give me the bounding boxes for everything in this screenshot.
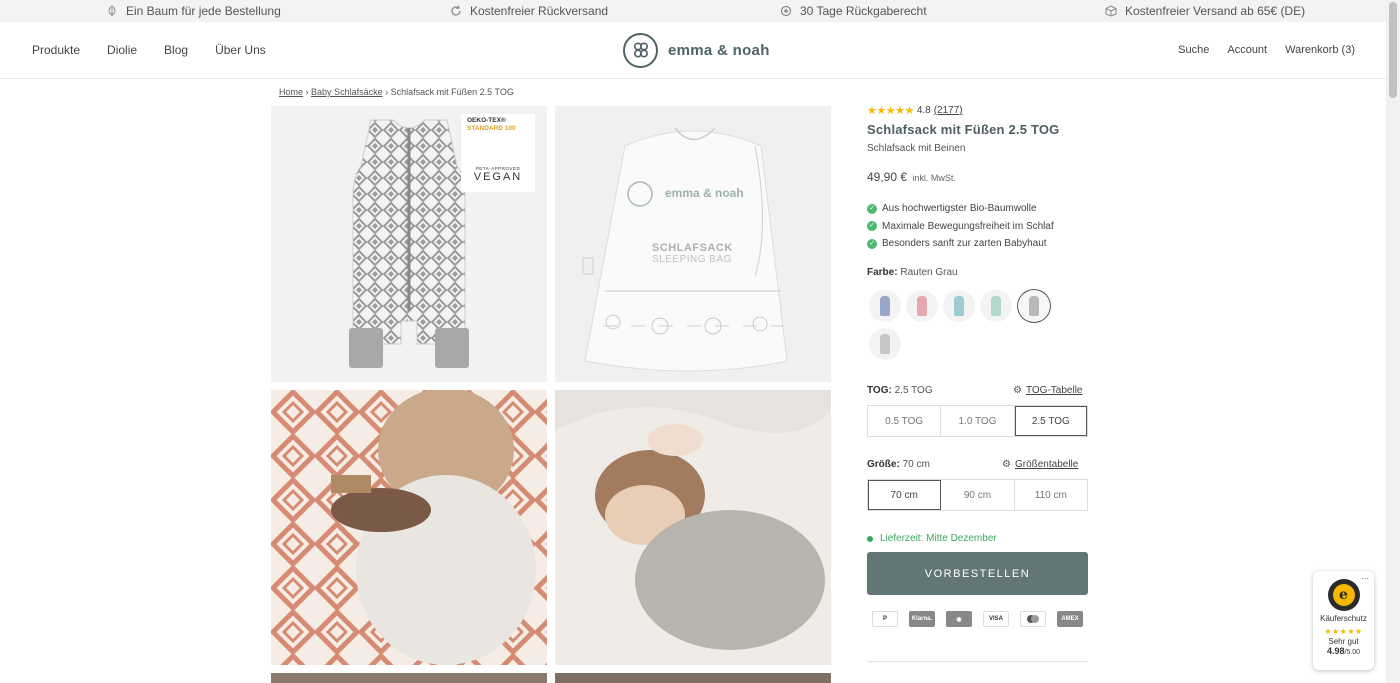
- sleepsuit-icon: [917, 296, 927, 316]
- site-logo[interactable]: emma & noah: [623, 32, 770, 68]
- size-table-link[interactable]: ⚙ Größentabelle: [1002, 459, 1078, 470]
- search-link[interactable]: Suche: [1178, 44, 1209, 56]
- tog-option-2-5[interactable]: 2.5 TOG: [1014, 406, 1087, 436]
- product-title: Schlafsack mit Füßen 2.5 TOG: [867, 122, 1060, 137]
- vat-note: inkl. MwSt.: [912, 173, 956, 183]
- size-option-90[interactable]: 90 cm: [941, 480, 1015, 510]
- color-swatch-rauten-grau[interactable]: [1018, 290, 1050, 322]
- announcement-item-shipping: Kostenfreier Versand ab 65€ (DE): [1105, 0, 1305, 22]
- leaf-icon: [106, 5, 118, 17]
- oeko-tex-badge: OEKO-TEX® STANDARD 100: [461, 114, 535, 156]
- more-icon[interactable]: ...: [1361, 571, 1369, 581]
- amex-icon: AMEX: [1057, 611, 1083, 627]
- tog-selector: 0.5 TOG 1.0 TOG 2.5 TOG: [867, 405, 1088, 437]
- size-option-70[interactable]: 70 cm: [868, 480, 942, 510]
- trusted-shops-widget[interactable]: ... e Käuferschutz ★★★★★ Sehr gut 4.98/5…: [1313, 571, 1374, 670]
- tog-option-0-5[interactable]: 0.5 TOG: [868, 406, 942, 436]
- announcement-item-guarantee: 30 Tage Rückgaberecht: [780, 0, 927, 22]
- announcement-item-tree: Ein Baum für jede Bestellung: [106, 0, 281, 22]
- shield-icon: [780, 5, 792, 17]
- size-label: Größe: 70 cm: [867, 459, 930, 470]
- size-option-110[interactable]: 110 cm: [1014, 480, 1087, 510]
- sleepsuit-icon: [880, 296, 890, 316]
- giropay-icon: ◉: [946, 611, 972, 627]
- ruler-icon: ⚙: [1013, 385, 1022, 396]
- main-nav: Produkte Diolie Blog Über Uns: [32, 22, 293, 78]
- status-dot-icon: [867, 535, 873, 542]
- breadcrumb-home[interactable]: Home: [279, 87, 303, 97]
- logo-icon: [623, 32, 658, 68]
- bag-subtitle: SLEEPING BAG: [652, 254, 732, 265]
- breadcrumb: Home › Baby Schlafsäcke › Schlafsack mit…: [279, 87, 514, 97]
- color-swatch-grau[interactable]: [869, 328, 901, 360]
- bag-brand-text: emma & noah: [665, 186, 744, 200]
- visa-icon: VISA: [983, 611, 1009, 627]
- preorder-button[interactable]: VORBESTELLEN: [867, 552, 1088, 595]
- mastercard-icon: [1020, 611, 1046, 627]
- sleepsuit-icon: [954, 296, 964, 316]
- payment-methods: P Klarna. ◉ VISA AMEX: [872, 611, 1083, 627]
- product-image-6[interactable]: [555, 673, 831, 683]
- tog-label: TOG: 2.5 TOG: [867, 385, 933, 396]
- rating-stars: ★★★★★: [867, 105, 914, 117]
- sleepsuit-icon: [991, 296, 1001, 316]
- nav-produkte[interactable]: Produkte: [32, 43, 80, 57]
- announcement-bar: Ein Baum für jede Bestellung Kostenfreie…: [0, 0, 1386, 22]
- product-image-5[interactable]: [271, 673, 547, 683]
- klarna-icon: Klarna.: [909, 611, 935, 627]
- product-image-main[interactable]: OEKO-TEX® STANDARD 100 PETA-APPROVED VEG…: [271, 106, 547, 382]
- trusted-score: 4.98/5.00: [1326, 646, 1361, 656]
- product-image-baby-sleeping[interactable]: [555, 390, 831, 665]
- baby-sleeping-photo: [555, 390, 831, 665]
- delivery-status: Lieferzeit: Mitte Dezember: [867, 533, 997, 544]
- cart-link[interactable]: Warenkorb (3): [1285, 44, 1355, 56]
- product-rating: ★★★★★ 4.8 (2177): [867, 104, 963, 117]
- announcement-item-return: Kostenfreier Rückversand: [450, 0, 608, 22]
- site-header: Produkte Diolie Blog Über Uns emma & noa…: [0, 22, 1386, 79]
- review-count-link[interactable]: (2177): [934, 105, 963, 116]
- product-price: 49,90 € inkl. MwSt.: [867, 170, 956, 184]
- nav-diolie[interactable]: Diolie: [107, 43, 137, 57]
- nav-ueber-uns[interactable]: Über Uns: [215, 43, 266, 57]
- rating-value: 4.8: [916, 105, 931, 116]
- logo-text: emma & noah: [668, 41, 770, 59]
- color-swatch-mint[interactable]: [980, 290, 1012, 322]
- scrollbar-thumb[interactable]: [1389, 2, 1397, 98]
- vegan-badge: PETA-APPROVED VEGAN: [461, 156, 535, 192]
- color-swatch-rosa[interactable]: [906, 290, 938, 322]
- paypal-icon: P: [872, 611, 898, 627]
- color-swatch-hellblau[interactable]: [943, 290, 975, 322]
- check-icon: ✓: [867, 238, 877, 249]
- size-selector: 70 cm 90 cm 110 cm: [867, 479, 1088, 511]
- color-label: Farbe: Rauten Grau: [867, 267, 958, 278]
- product-image-bag[interactable]: emma & noah SCHLAFSACK SLEEPING BAG: [555, 106, 831, 382]
- benefit-item: ✓ Maximale Bewegungsfreiheit im Schlaf: [867, 218, 1054, 236]
- benefit-item: ✓ Aus hochwertigster Bio-Baumwolle: [867, 200, 1054, 218]
- trusted-seal-icon: e: [1327, 579, 1360, 611]
- divider: [867, 661, 1088, 662]
- check-icon: ✓: [867, 203, 877, 214]
- bag-title: SCHLAFSACK: [652, 242, 733, 254]
- benefit-list: ✓ Aus hochwertigster Bio-Baumwolle ✓ Max…: [867, 200, 1054, 253]
- tog-option-1-0[interactable]: 1.0 TOG: [941, 406, 1015, 436]
- trusted-stars: ★★★★★: [1324, 627, 1363, 636]
- box-icon: [1105, 5, 1117, 17]
- product-subtitle: Schlafsack mit Beinen: [867, 143, 966, 154]
- account-link[interactable]: Account: [1227, 44, 1267, 56]
- page-scrollbar[interactable]: [1386, 0, 1400, 683]
- product-image-baby-sitting[interactable]: [271, 390, 547, 665]
- refresh-icon: [450, 5, 462, 17]
- sleepsuit-icon: [880, 334, 890, 354]
- benefit-item: ✓ Besonders sanft zur zarten Babyhaut: [867, 235, 1054, 253]
- nav-blog[interactable]: Blog: [164, 43, 188, 57]
- baby-sitting-photo: [271, 390, 547, 665]
- breadcrumb-current: Schlafsack mit Füßen 2.5 TOG: [390, 87, 514, 97]
- check-icon: ✓: [867, 221, 877, 232]
- utility-nav: Suche Account Warenkorb (3): [1160, 22, 1355, 78]
- tog-table-link[interactable]: ⚙ TOG-Tabelle: [1013, 385, 1082, 396]
- color-swatch-blau[interactable]: [869, 290, 901, 322]
- breadcrumb-category[interactable]: Baby Schlafsäcke: [311, 87, 383, 97]
- ruler-icon: ⚙: [1002, 459, 1011, 470]
- sleepsuit-icon: [1029, 296, 1039, 316]
